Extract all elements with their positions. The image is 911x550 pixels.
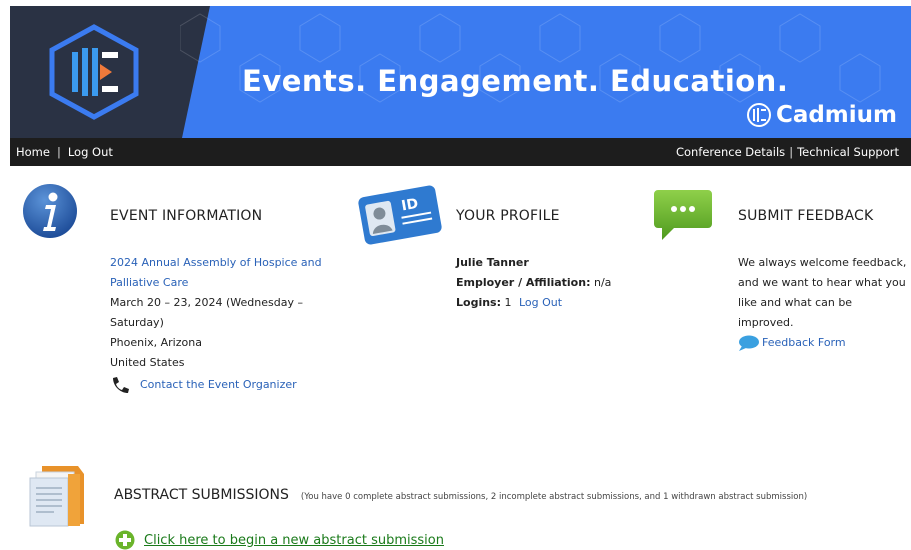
nav-divider: |	[56, 145, 61, 159]
header-banner: Events. Engagement. Education. Cadmium	[10, 6, 911, 138]
event-country: United States	[110, 356, 185, 369]
employer-label: Employer / Affiliation:	[456, 276, 591, 289]
feedback-line-1: We always welcome feedback,	[738, 256, 907, 269]
logins-value: 1	[504, 296, 512, 309]
phone-icon	[113, 377, 129, 393]
event-name-link-2[interactable]: Palliative Care	[110, 276, 188, 289]
nav-conference-details[interactable]: Conference Details	[676, 145, 785, 159]
event-info-body: 2024 Annual Assembly of Hospice and Pall…	[110, 253, 360, 395]
logo-icon[interactable]	[48, 24, 140, 120]
feedback-line-2: and we want to hear what you	[738, 276, 906, 289]
event-city: Phoenix, Arizona	[110, 336, 202, 349]
svg-text:ID: ID	[400, 196, 419, 215]
new-abstract-link[interactable]: Click here to begin a new abstract submi…	[144, 533, 444, 548]
nav-technical-support[interactable]: Technical Support	[797, 145, 899, 159]
abstract-status-note: (You have 0 complete abstract submission…	[300, 492, 808, 502]
event-info-title: EVENT INFORMATION	[110, 208, 263, 224]
profile-logout-link[interactable]: Log Out	[519, 296, 562, 309]
folder-icon	[29, 466, 84, 527]
feedback-body: We always welcome feedback, and we want …	[738, 253, 910, 353]
event-name-link-1[interactable]: 2024 Annual Assembly of Hospice and	[110, 256, 322, 269]
banner-tagline: Events. Engagement. Education.	[242, 64, 789, 98]
nav-divider: |	[789, 145, 794, 159]
speech-icon	[739, 335, 759, 351]
id-card-icon: ID	[358, 185, 442, 245]
profile-name: Julie Tanner	[456, 256, 529, 269]
feedback-title: SUBMIT FEEDBACK	[738, 208, 874, 224]
info-icon	[23, 184, 77, 238]
cadmium-brand: Cadmium	[746, 102, 897, 128]
cadmium-icon	[746, 103, 771, 127]
feedback-form-link[interactable]: Feedback Form	[762, 333, 846, 353]
logins-label: Logins:	[456, 296, 501, 309]
contact-organizer-link[interactable]: Contact the Event Organizer	[140, 375, 297, 395]
abstract-title: ABSTRACT SUBMISSIONS	[114, 487, 289, 503]
abstract-header: ABSTRACT SUBMISSIONS (You have 0 complet…	[114, 487, 807, 503]
top-nav: Home | Log Out Conference Details | Tech…	[10, 138, 911, 166]
new-submission-row: Click here to begin a new abstract submi…	[114, 530, 444, 550]
chat-bubble-icon	[654, 190, 712, 240]
profile-body: Julie Tanner Employer / Affiliation: n/a…	[456, 253, 636, 313]
plus-icon[interactable]	[114, 530, 136, 550]
event-dates: March 20 – 23, 2024 (Wednesday – Saturda…	[110, 296, 303, 329]
employer-value: n/a	[593, 276, 612, 289]
profile-title: YOUR PROFILE	[456, 208, 560, 224]
nav-home[interactable]: Home	[16, 145, 50, 159]
brand-name: Cadmium	[775, 102, 897, 128]
nav-logout[interactable]: Log Out	[68, 145, 113, 159]
feedback-line-3: like and what can be improved.	[738, 296, 853, 329]
